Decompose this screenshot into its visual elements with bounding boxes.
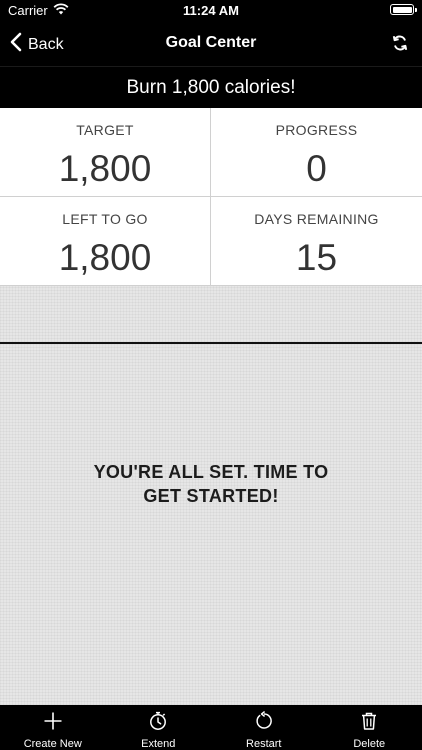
stat-value: 1,800 <box>58 237 152 278</box>
stat-target: TARGET 1,800 <box>0 108 211 197</box>
tab-label: Create New <box>23 738 82 750</box>
stat-value: 15 <box>295 237 338 278</box>
bottom-toolbar: Create New Extend Restart Delete <box>0 705 422 750</box>
trash-icon <box>359 711 379 736</box>
plus-icon <box>43 711 63 736</box>
goal-stats-grid: TARGET 1,800 PROGRESS 0 LEFT TO GO 1,800… <box>0 108 422 286</box>
extend-button[interactable]: Extend <box>106 705 212 750</box>
status-bar: Carrier 11:24 AM <box>0 0 422 22</box>
message-line-1: YOU'RE ALL SET. TIME TO <box>93 462 329 482</box>
create-new-button[interactable]: Create New <box>0 705 106 750</box>
stat-days-remaining: DAYS REMAINING 15 <box>211 197 422 286</box>
stat-left-to-go: LEFT TO GO 1,800 <box>0 197 211 286</box>
stat-label: TARGET <box>76 122 134 138</box>
tab-label: Delete <box>353 738 386 750</box>
stat-label: PROGRESS <box>275 122 358 138</box>
stat-value: 1,800 <box>58 148 152 189</box>
tab-label: Restart <box>246 738 282 750</box>
tab-label: Extend <box>141 738 176 750</box>
refresh-button[interactable] <box>392 34 408 57</box>
progress-divider <box>0 342 422 344</box>
refresh-icon <box>392 35 408 56</box>
battery-icon <box>390 4 417 15</box>
stat-label: LEFT TO GO <box>62 211 148 227</box>
status-time: 11:24 AM <box>183 3 239 18</box>
page-title: Goal Center <box>165 34 257 51</box>
delete-button[interactable]: Delete <box>317 705 422 750</box>
restart-icon <box>254 711 274 736</box>
goal-title-banner: Burn 1,800 calories! <box>0 66 422 109</box>
stat-progress: PROGRESS 0 <box>211 108 422 197</box>
empty-state-message: YOU'RE ALL SET. TIME TO GET STARTED! <box>60 460 362 508</box>
message-line-2: GET STARTED! <box>143 486 279 506</box>
stat-label: DAYS REMAINING <box>254 211 379 227</box>
restart-button[interactable]: Restart <box>211 705 317 750</box>
stopwatch-icon <box>148 711 168 736</box>
stat-value: 0 <box>306 148 327 189</box>
navigation-bar: Back Goal Center <box>0 22 422 66</box>
